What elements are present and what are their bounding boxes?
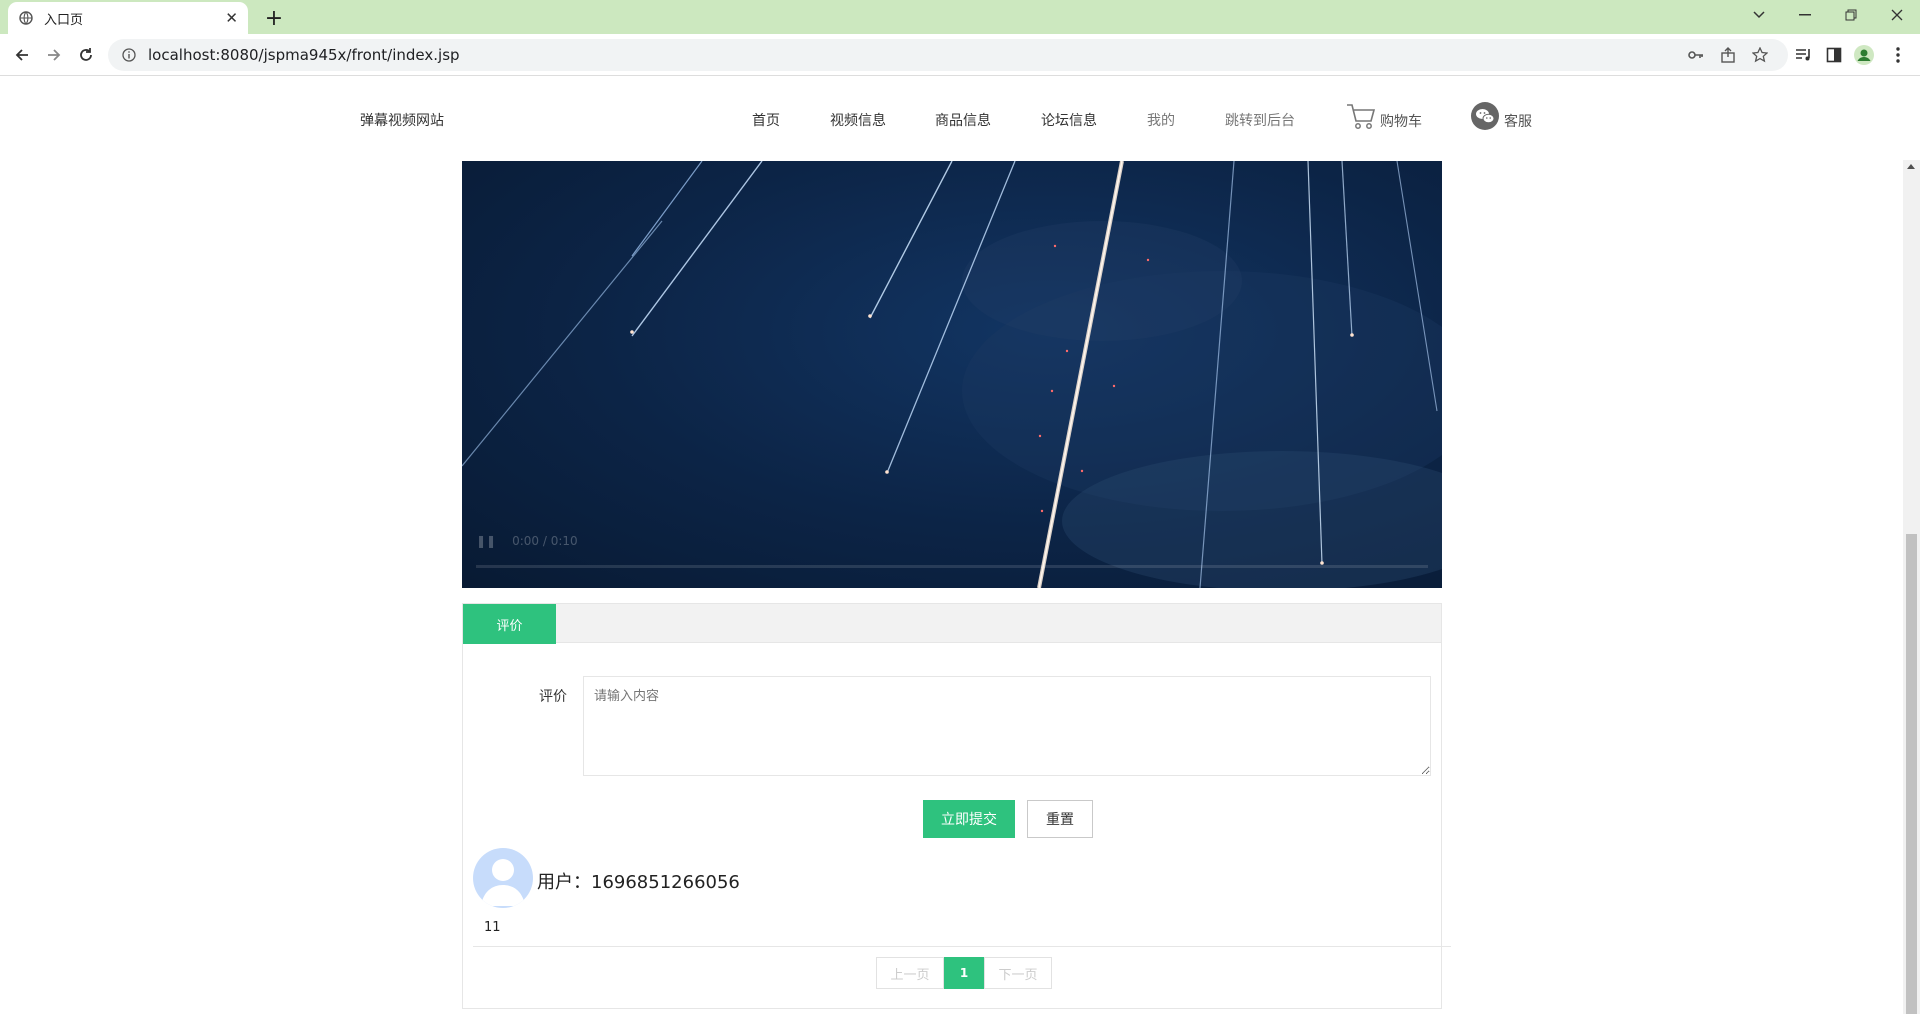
comment-divider xyxy=(473,946,1451,947)
tab-title: 入口页 xyxy=(44,12,84,28)
video-frame-meteor-shower xyxy=(462,161,1442,588)
nav-admin[interactable]: 跳转到后台 xyxy=(1225,110,1295,130)
shopping-cart-icon xyxy=(1347,104,1376,129)
nav-home[interactable]: 首页 xyxy=(752,110,780,130)
bookmark-star-icon[interactable] xyxy=(1750,46,1770,64)
close-window-button[interactable] xyxy=(1874,0,1920,30)
prev-page-button[interactable]: 上一页 xyxy=(876,957,944,989)
comment-form-label: 评价 xyxy=(539,689,567,705)
comment-tab-strip xyxy=(463,604,1441,643)
side-panel-icon[interactable] xyxy=(1822,43,1846,67)
tab-comments[interactable]: 评价 xyxy=(463,604,556,644)
browser-toolbar: localhost:8080/jspma945x/front/index.jsp xyxy=(0,34,1920,76)
globe-icon xyxy=(18,10,34,26)
submit-button[interactable]: 立即提交 xyxy=(923,800,1015,838)
pagination: 上一页 1 下一页 xyxy=(876,957,1052,989)
browser-tab[interactable]: 入口页 ✕ xyxy=(8,2,248,34)
next-page-button[interactable]: 下一页 xyxy=(984,957,1052,989)
video-controls[interactable]: ❚❚ 0:00 / 0:10 xyxy=(476,534,578,548)
customer-service-link[interactable]: 客服 xyxy=(1470,101,1532,131)
media-control-icon[interactable] xyxy=(1792,43,1816,67)
site-name[interactable]: 弹幕视频网站 xyxy=(360,110,444,130)
back-button[interactable] xyxy=(8,41,36,69)
comment-content: 11 xyxy=(484,920,501,935)
avatar xyxy=(473,848,533,908)
browser-menu-icon[interactable] xyxy=(1886,43,1910,67)
address-bar[interactable]: localhost:8080/jspma945x/front/index.jsp xyxy=(108,39,1788,71)
nav-mine[interactable]: 我的 xyxy=(1147,110,1175,130)
comment-panel: 评价 评价 立即提交 重置 用户：1696851266056 11 上一页 1 … xyxy=(462,603,1451,1009)
minimize-button[interactable] xyxy=(1782,0,1828,30)
cart-label: 购物车 xyxy=(1380,114,1422,130)
reload-button[interactable] xyxy=(72,41,100,69)
nav-video-info[interactable]: 视频信息 xyxy=(830,110,886,130)
restore-button[interactable] xyxy=(1828,0,1874,30)
browser-tabbar: 入口页 ✕ + xyxy=(0,0,1920,34)
page-viewport: 弹幕视频网站 首页 视频信息 商品信息 论坛信息 我的 跳转到后台 购物车 客服 xyxy=(0,77,1903,1014)
site-header: 弹幕视频网站 首页 视频信息 商品信息 论坛信息 我的 跳转到后台 购物车 客服 xyxy=(0,77,1903,161)
forward-button[interactable] xyxy=(40,41,68,69)
new-tab-button[interactable]: + xyxy=(260,4,288,32)
current-page-button[interactable]: 1 xyxy=(944,957,984,989)
comment-item: 用户：1696851266056 11 xyxy=(473,848,1431,948)
nav-forum-info[interactable]: 论坛信息 xyxy=(1041,110,1097,130)
wechat-icon xyxy=(1471,102,1499,130)
user-silhouette-icon xyxy=(481,859,525,906)
page-scrollbar[interactable] xyxy=(1903,160,1920,1014)
close-tab-icon[interactable]: ✕ xyxy=(225,9,238,27)
profile-avatar-icon[interactable] xyxy=(1852,43,1876,67)
nav-product-info[interactable]: 商品信息 xyxy=(935,110,991,130)
key-icon[interactable] xyxy=(1686,46,1706,64)
reset-button[interactable]: 重置 xyxy=(1027,800,1093,838)
scroll-up-arrow-icon[interactable] xyxy=(1907,164,1915,169)
tab-search-icon[interactable] xyxy=(1736,0,1782,30)
video-time: 0:00 / 0:10 xyxy=(512,534,578,548)
pause-icon[interactable]: ❚❚ xyxy=(476,534,496,548)
url-text: localhost:8080/jspma945x/front/index.jsp xyxy=(148,46,460,64)
video-progress-bar[interactable] xyxy=(476,565,1428,568)
site-info-icon[interactable] xyxy=(120,46,138,64)
cart-link[interactable]: 购物车 xyxy=(1346,103,1422,131)
video-player[interactable]: ❚❚ 0:00 / 0:10 xyxy=(462,161,1442,588)
comment-input[interactable] xyxy=(583,676,1431,776)
service-label: 客服 xyxy=(1504,114,1532,130)
share-icon[interactable] xyxy=(1718,46,1738,64)
scrollbar-thumb[interactable] xyxy=(1906,534,1917,1014)
comment-user: 用户：1696851266056 xyxy=(537,872,740,893)
